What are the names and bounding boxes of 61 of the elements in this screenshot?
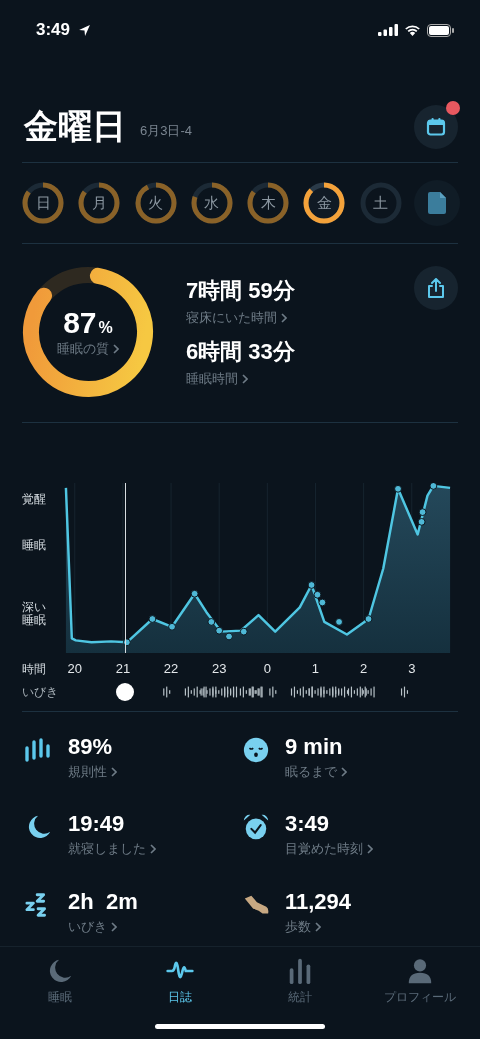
stat-value: 89% — [68, 734, 113, 760]
stage-label: 睡眠 — [22, 537, 46, 554]
chevron-icon — [367, 844, 373, 855]
duration-link[interactable]: 睡眠時間 — [186, 370, 248, 388]
duration-value: 7時間 59分 — [186, 277, 295, 305]
date-range: 6月3日-4 — [140, 122, 193, 140]
stat-link[interactable]: 歩数 — [285, 917, 321, 936]
hour-label: 3 — [408, 661, 416, 676]
hour-label: 20 — [67, 661, 82, 676]
chevron-icon — [315, 921, 321, 932]
hour-label: 22 — [163, 661, 179, 676]
day-title: 金曜日 — [24, 106, 126, 147]
hour-label: 0 — [263, 661, 271, 676]
sleep-quality-score: 87% — [63, 306, 113, 340]
stat-link[interactable]: 規則性 — [68, 763, 117, 781]
day-ring[interactable]: 日 — [20, 180, 66, 226]
sleepy-face-icon — [241, 736, 271, 764]
playhead-handle[interactable] — [115, 683, 134, 701]
chevron-icon — [281, 313, 287, 323]
stat-value: 3:49 — [285, 811, 330, 838]
chevron-icon — [150, 844, 156, 855]
chevron-icon — [242, 374, 248, 384]
snore-label: いびき — [22, 683, 59, 701]
hour-label: 21 — [115, 661, 131, 676]
stat-value: 19:49 — [68, 811, 125, 838]
signal-icon — [378, 24, 398, 36]
tab[interactable]: 睡眠 — [0, 953, 120, 1010]
chevron-icon — [113, 344, 119, 354]
chevron-icon — [111, 921, 117, 932]
tab[interactable]: 統計 — [240, 953, 360, 1010]
report-button[interactable] — [413, 180, 460, 226]
stat-value: 9 min — [285, 734, 343, 760]
sleep-quality-link[interactable]: 睡眠の質 — [57, 340, 119, 358]
share-button[interactable] — [414, 266, 458, 310]
tab[interactable]: プロフィール — [360, 953, 480, 1010]
chevron-icon — [111, 767, 117, 777]
stat-link[interactable]: 眠るまで — [285, 763, 347, 781]
calendar-icon — [426, 117, 446, 137]
location-icon — [78, 23, 92, 37]
tab[interactable]: 日誌 — [120, 953, 240, 1010]
stat-link[interactable]: 目覚めた時刻 — [285, 840, 373, 859]
hour-label: 23 — [211, 661, 227, 676]
stat-value: 11,294 — [285, 888, 352, 915]
share-icon — [427, 278, 445, 298]
stage-label: 深い睡眠 — [22, 601, 46, 628]
document-icon — [427, 192, 446, 214]
duration-link[interactable]: 寝床にいた時間 — [186, 309, 287, 327]
stage-label: 覚醒 — [22, 491, 46, 508]
alarm-clock-icon — [241, 813, 271, 842]
battery-icon — [427, 23, 454, 37]
chevron-icon — [341, 767, 347, 777]
duration-value: 6時間 33分 — [186, 338, 295, 366]
status-time: 3:49 — [36, 20, 71, 40]
wifi-icon — [404, 24, 421, 36]
time-axis-label: 時間 — [22, 661, 47, 678]
person-icon — [406, 957, 434, 985]
stat-link[interactable]: 就寝しました — [68, 840, 156, 859]
hour-label: 2 — [360, 661, 368, 676]
stat-value: 2h 2m — [68, 888, 138, 915]
hour-label: 1 — [311, 661, 320, 676]
stat-link[interactable]: いびき — [68, 917, 117, 936]
